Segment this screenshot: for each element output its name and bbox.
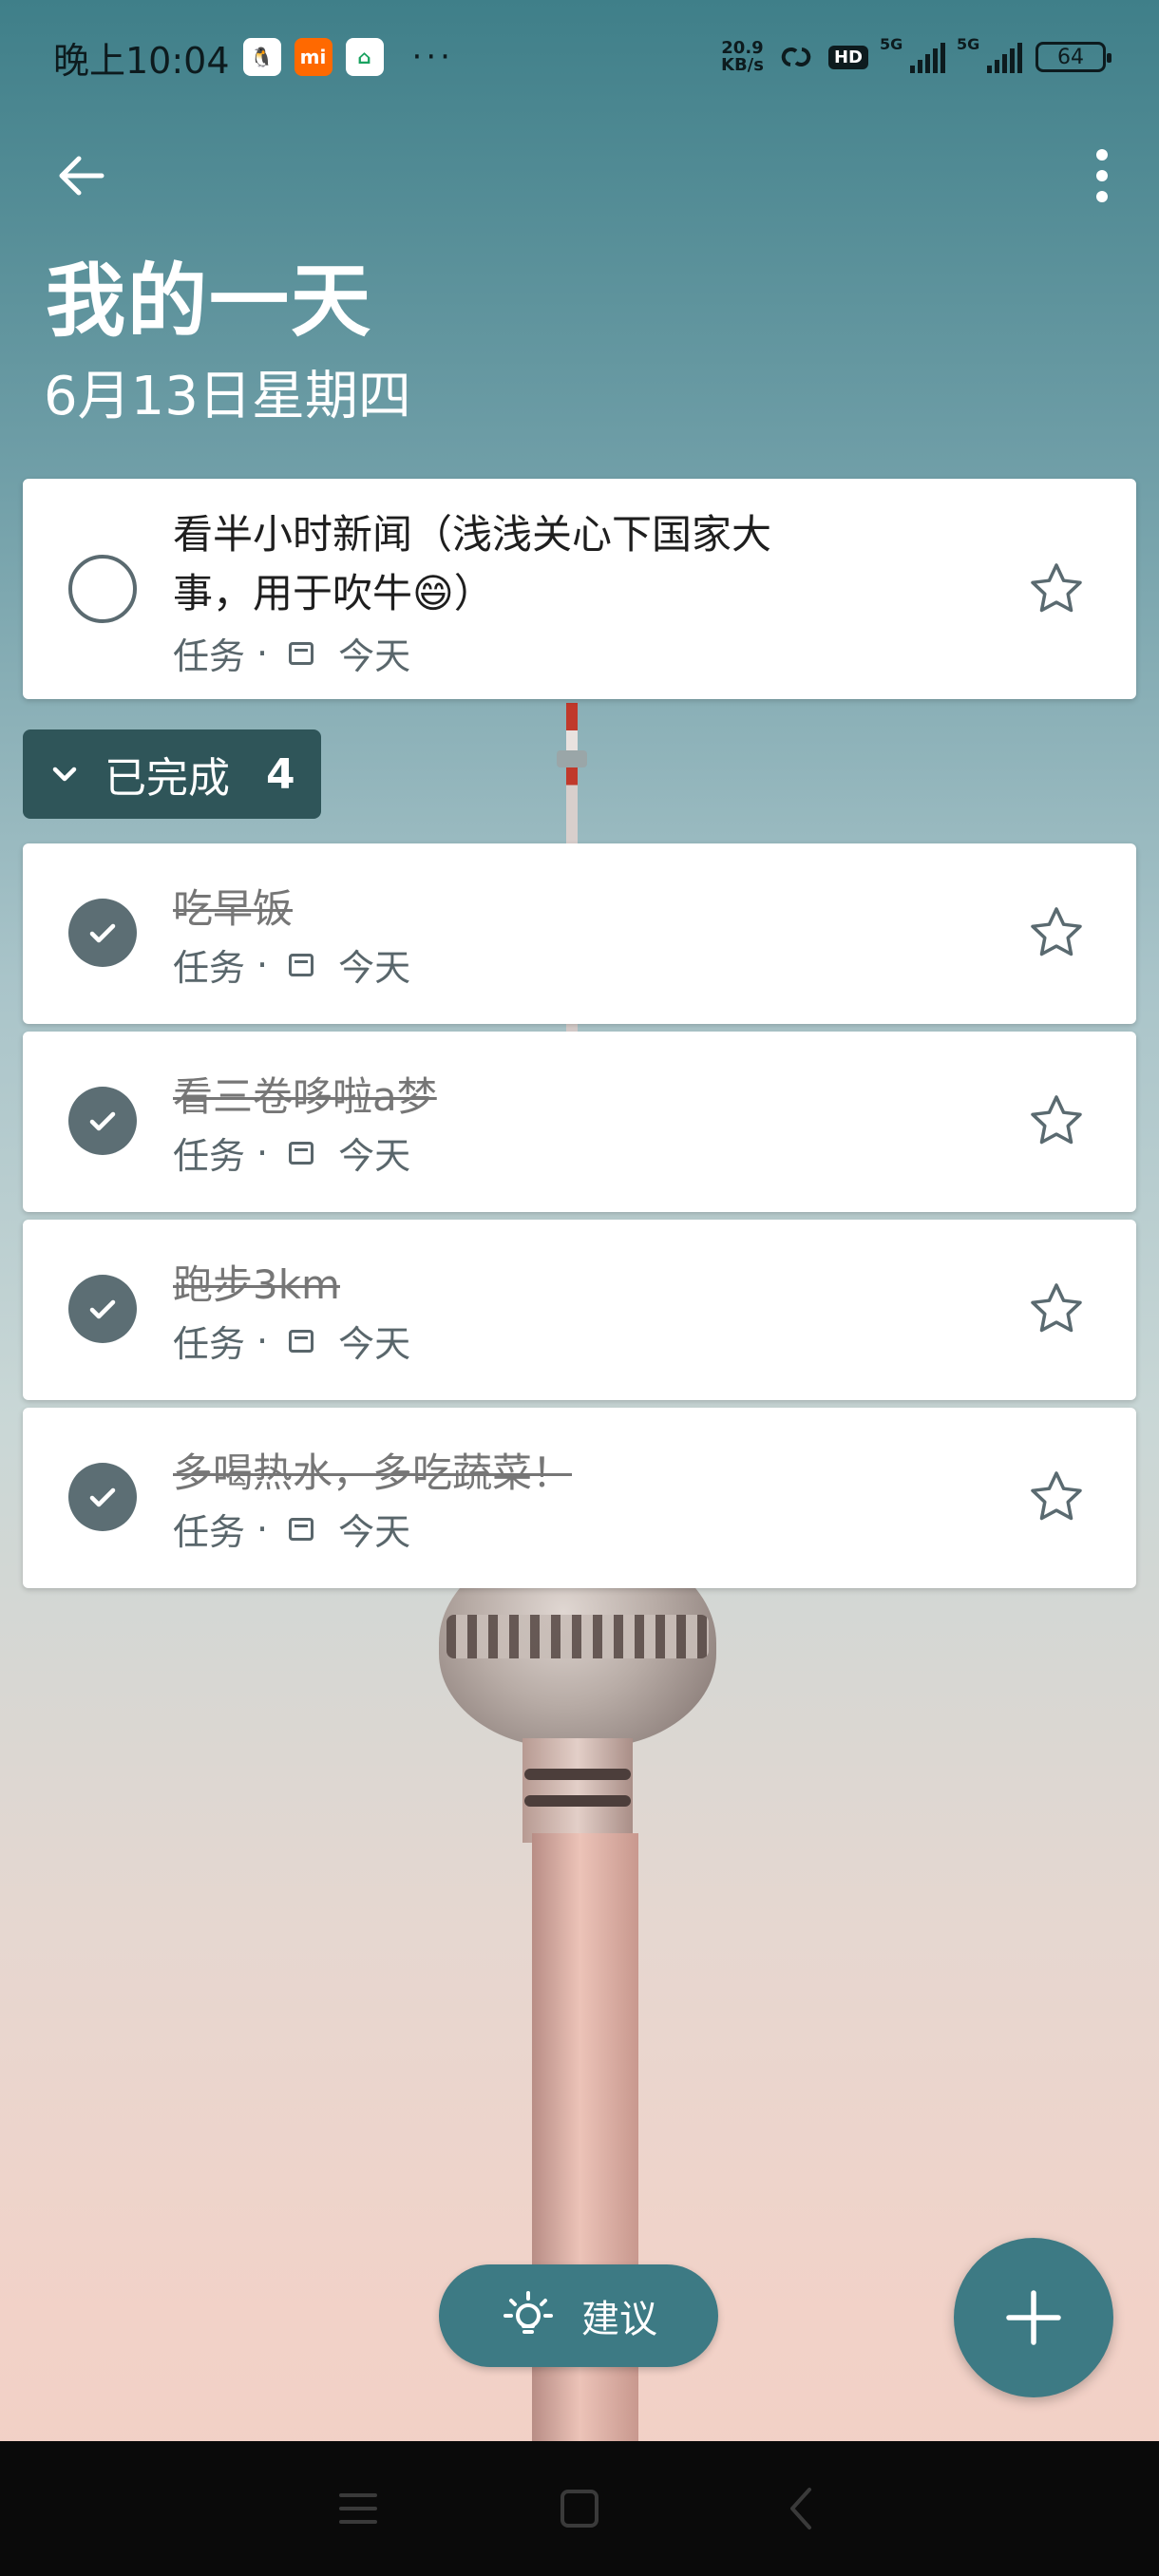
star-icon[interactable] xyxy=(1028,1092,1085,1149)
calendar-icon xyxy=(289,953,314,976)
more-notifications-icon: ··· xyxy=(411,38,454,76)
suggestions-label: 建议 xyxy=(581,2298,657,2341)
system-nav-bar xyxy=(0,2441,1159,2576)
task-checkbox-checked[interactable] xyxy=(68,1275,137,1343)
calendar-icon xyxy=(289,641,314,665)
completed-section-toggle[interactable]: 已完成 4 xyxy=(23,729,321,819)
back-nav-button[interactable] xyxy=(772,2480,829,2537)
hd-icon: HD xyxy=(827,45,868,69)
star-icon[interactable] xyxy=(1028,904,1085,961)
menu-nav-button[interactable] xyxy=(330,2480,387,2537)
status-bar: 晚上10:04 🐧 mi ⌂ ··· 20.9 KB/s HD 5G 5G 64 xyxy=(0,0,1159,114)
chevron-down-icon xyxy=(52,767,77,782)
plus-icon xyxy=(1006,2290,1061,2345)
menu-icon xyxy=(338,2493,377,2524)
task-title: 看三卷哆啦a梦 xyxy=(173,1073,437,1120)
network-speed: 20.9 KB/s xyxy=(721,38,764,75)
task-checkbox[interactable] xyxy=(68,555,137,623)
calendar-icon xyxy=(289,1141,314,1165)
task-meta: 任务 · 今天 xyxy=(173,627,410,679)
task-card[interactable]: 看半小时新闻（浅浅关心下国家大 事，用于吹牛😄） 任务 · 今天 xyxy=(23,479,1136,699)
task-checkbox-checked[interactable] xyxy=(68,899,137,967)
signal-5g-icon-2: 5G xyxy=(957,35,1022,73)
home-app-icon: ⌂ xyxy=(345,38,384,76)
task-category: 任务 xyxy=(173,635,246,677)
add-task-button[interactable] xyxy=(954,2238,1113,2397)
page-date: 6月13日星期四 xyxy=(44,366,411,427)
arrow-left-icon xyxy=(59,156,104,196)
signal-5g-icon-1: 5G xyxy=(880,35,945,73)
completed-label: 已完成 xyxy=(104,754,230,803)
hotspot-link-icon xyxy=(781,47,811,66)
back-button[interactable] xyxy=(48,142,114,209)
task-title: 看半小时新闻（浅浅关心下国家大 事，用于吹牛😄） xyxy=(173,511,772,616)
task-title: 吃早饭 xyxy=(173,885,294,932)
home-nav-button[interactable] xyxy=(551,2480,608,2537)
completed-task-card[interactable]: 吃早饭 任务 · 今天 xyxy=(23,843,1136,1024)
completed-task-card[interactable]: 看三卷哆啦a梦 任务 · 今天 xyxy=(23,1032,1136,1212)
star-icon[interactable] xyxy=(1028,560,1085,617)
qq-icon: 🐧 xyxy=(242,38,281,76)
completed-count: 4 xyxy=(266,749,295,799)
star-icon[interactable] xyxy=(1028,1468,1085,1525)
check-icon xyxy=(89,1487,116,1507)
task-checkbox-checked[interactable] xyxy=(68,1087,137,1155)
completed-task-card[interactable]: 多喝热水，多吃蔬菜！ 任务 · 今天 xyxy=(23,1408,1136,1588)
star-icon[interactable] xyxy=(1028,1280,1085,1337)
suggestions-button[interactable]: 建议 xyxy=(439,2264,718,2367)
more-options-button[interactable] xyxy=(1074,142,1130,209)
task-meta: 任务 · 今天 xyxy=(173,1131,411,1178)
task-title: 多喝热水，多吃蔬菜！ xyxy=(173,1449,573,1496)
page-title: 我的一天 xyxy=(46,255,373,348)
status-time: 晚上10:04 xyxy=(53,39,230,82)
task-meta: 任务 · 今天 xyxy=(173,1507,411,1554)
notification-icons: 🐧 mi ⌂ xyxy=(242,38,384,76)
check-icon xyxy=(89,1111,116,1131)
task-meta: 任务 · 今天 xyxy=(173,1319,411,1366)
kebab-menu-icon xyxy=(1096,149,1108,202)
back-chevron-icon xyxy=(790,2488,812,2529)
completed-task-card[interactable]: 跑步3km 任务 · 今天 xyxy=(23,1220,1136,1400)
calendar-icon xyxy=(289,1517,314,1541)
lightbulb-icon xyxy=(504,2291,553,2334)
task-meta: 任务 · 今天 xyxy=(173,943,411,990)
check-icon xyxy=(89,1299,116,1319)
home-square-icon xyxy=(560,2490,598,2528)
battery-icon: 64 xyxy=(1036,42,1112,72)
status-indicators: 20.9 KB/s HD 5G 5G 64 xyxy=(721,35,1112,76)
mi-icon: mi xyxy=(294,38,332,76)
task-checkbox-checked[interactable] xyxy=(68,1463,137,1531)
calendar-icon xyxy=(289,1329,314,1353)
check-icon xyxy=(89,923,116,943)
task-due: 今天 xyxy=(338,635,411,677)
task-title: 跑步3km xyxy=(173,1261,340,1308)
